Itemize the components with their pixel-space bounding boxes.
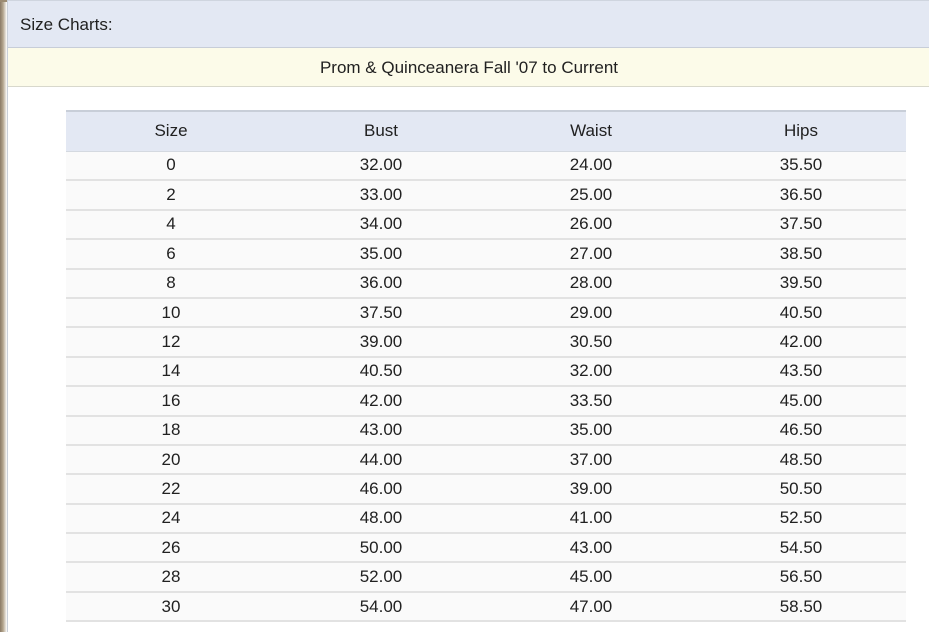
column-header-size: Size	[66, 110, 276, 152]
hips-cell: 52.50	[696, 503, 906, 535]
table-row: 18 43.00 35.00 46.50	[66, 415, 906, 446]
bust-cell: 43.00	[276, 415, 486, 446]
hips-cell: 35.50	[696, 151, 906, 182]
waist-cell: 25.00	[486, 180, 696, 211]
column-header-hips: Hips	[696, 110, 906, 152]
table-row: 24 48.00 41.00 52.50	[66, 503, 906, 535]
bust-cell: 37.50	[276, 297, 486, 329]
hips-cell: 54.50	[696, 533, 906, 564]
waist-cell: 37.00	[486, 444, 696, 476]
bust-cell: 54.00	[276, 591, 486, 623]
chart-title: Prom & Quinceanera Fall '07 to Current	[319, 58, 619, 77]
chart-title-band: Prom & Quinceanera Fall '07 to Current	[8, 48, 929, 87]
hips-cell: 37.50	[696, 209, 906, 241]
waist-cell: 43.00	[486, 533, 696, 564]
size-cell: 4	[66, 209, 276, 241]
size-cell: 16	[66, 386, 276, 417]
hips-cell: 48.50	[696, 444, 906, 476]
bust-cell: 33.00	[276, 180, 486, 211]
waist-cell: 26.00	[486, 209, 696, 241]
hips-cell: 42.00	[696, 327, 906, 358]
hips-cell: 50.50	[696, 474, 906, 505]
size-cell: 10	[66, 297, 276, 329]
table-row: 22 46.00 39.00 50.50	[66, 474, 906, 505]
size-cell: 0	[66, 151, 276, 182]
size-cell: 24	[66, 503, 276, 535]
waist-cell: 45.00	[486, 562, 696, 593]
bust-cell: 40.50	[276, 356, 486, 388]
waist-cell: 27.00	[486, 239, 696, 270]
table-header-row: Size Bust Waist Hips	[66, 110, 906, 152]
size-cell: 8	[66, 268, 276, 299]
panel-title: Size Charts:	[20, 15, 113, 34]
waist-cell: 41.00	[486, 503, 696, 535]
hips-cell: 39.50	[696, 268, 906, 299]
table-row: 16 42.00 33.50 45.00	[66, 386, 906, 417]
bust-cell: 44.00	[276, 444, 486, 476]
waist-cell: 39.00	[486, 474, 696, 505]
waist-cell: 47.00	[486, 591, 696, 623]
hips-cell: 45.00	[696, 386, 906, 417]
table-body: 0 32.00 24.00 35.50 2 33.00 25.00 36.50 4 34.00 26…	[66, 151, 906, 623]
size-cell: 2	[66, 180, 276, 211]
bust-cell: 39.00	[276, 327, 486, 358]
table-row: 26 50.00 43.00 54.50	[66, 533, 906, 564]
bust-cell: 50.00	[276, 533, 486, 564]
waist-cell: 32.00	[486, 356, 696, 388]
size-cell: 14	[66, 356, 276, 388]
size-cell: 20	[66, 444, 276, 476]
table-row: 10 37.50 29.00 40.50	[66, 297, 906, 329]
column-header-waist: Waist	[486, 110, 696, 152]
table-row: 4 34.00 26.00 37.50	[66, 209, 906, 241]
table-row: 12 39.00 30.50 42.00	[66, 327, 906, 358]
hips-cell: 40.50	[696, 297, 906, 329]
bust-cell: 42.00	[276, 386, 486, 417]
hips-cell: 58.50	[696, 591, 906, 623]
waist-cell: 33.50	[486, 386, 696, 417]
size-cell: 22	[66, 474, 276, 505]
bust-cell: 48.00	[276, 503, 486, 535]
hips-cell: 43.50	[696, 356, 906, 388]
table-row: 30 54.00 47.00 58.50	[66, 591, 906, 623]
bust-cell: 36.00	[276, 268, 486, 299]
hips-cell: 38.50	[696, 239, 906, 270]
bust-cell: 46.00	[276, 474, 486, 505]
bust-cell: 35.00	[276, 239, 486, 270]
table-row: 28 52.00 45.00 56.50	[66, 562, 906, 593]
table-row: 0 32.00 24.00 35.50	[66, 151, 906, 182]
bust-cell: 34.00	[276, 209, 486, 241]
column-header-bust: Bust	[276, 110, 486, 152]
waist-cell: 28.00	[486, 268, 696, 299]
table-row: 20 44.00 37.00 48.50	[66, 444, 906, 476]
table-row: 6 35.00 27.00 38.50	[66, 239, 906, 270]
hips-cell: 56.50	[696, 562, 906, 593]
size-cell: 12	[66, 327, 276, 358]
table-row: 8 36.00 28.00 39.50	[66, 268, 906, 299]
table-row: 14 40.50 32.00 43.50	[66, 356, 906, 388]
size-chart-table: Size Bust Waist Hips 0 32.00 24.00 35.50 2 33…	[66, 110, 906, 623]
bust-cell: 52.00	[276, 562, 486, 593]
bust-cell: 32.00	[276, 151, 486, 182]
waist-cell: 35.00	[486, 415, 696, 446]
size-cell: 26	[66, 533, 276, 564]
hips-cell: 36.50	[696, 180, 906, 211]
table-row: 2 33.00 25.00 36.50	[66, 180, 906, 211]
size-cell: 30	[66, 591, 276, 623]
size-cell: 6	[66, 239, 276, 270]
size-cell: 28	[66, 562, 276, 593]
waist-cell: 24.00	[486, 151, 696, 182]
size-cell: 18	[66, 415, 276, 446]
table-header: Size Bust Waist Hips	[66, 110, 906, 152]
waist-cell: 29.00	[486, 297, 696, 329]
panel-header: Size Charts:	[8, 0, 929, 48]
hips-cell: 46.50	[696, 415, 906, 446]
waist-cell: 30.50	[486, 327, 696, 358]
